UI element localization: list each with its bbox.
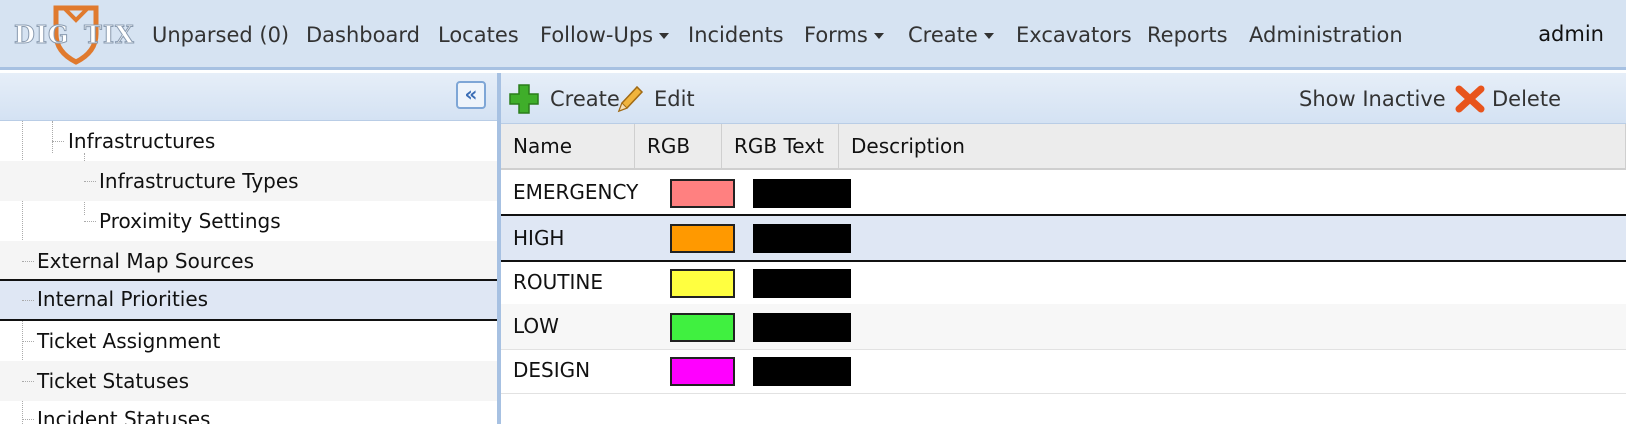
tree-item-ticket-assignment[interactable]: Ticket Assignment	[0, 321, 497, 361]
caret-down-icon	[983, 33, 994, 39]
grid-column-header: Name RGB RGB Text Description	[501, 124, 1626, 170]
rgb-swatch	[670, 179, 735, 208]
show-inactive-button[interactable]: Show Inactive	[1299, 83, 1446, 115]
caret-down-icon	[659, 33, 670, 39]
edit-button[interactable]: Edit	[615, 83, 705, 115]
tree-item-label: Incident Statuses	[37, 407, 211, 424]
plus-icon	[509, 84, 539, 114]
rgb-text-swatch	[753, 224, 851, 253]
table-row[interactable]: EMERGENCY	[501, 170, 1626, 216]
double-chevron-left-icon[interactable]: «	[456, 81, 486, 109]
nav-label: Dashboard	[306, 23, 420, 47]
priorities-grid-panel: Create Edit Show Inactive Delete Name RG…	[501, 73, 1626, 424]
nav-forms[interactable]: Forms	[804, 20, 884, 50]
nav-label: Unparsed (0)	[152, 23, 290, 47]
create-label: Create	[550, 87, 620, 111]
tree-item-proximity-settings[interactable]: Proximity Settings	[0, 201, 497, 241]
create-button[interactable]: Create	[509, 83, 620, 115]
table-row[interactable]: HIGH	[501, 214, 1626, 262]
tree-item-internal-priorities[interactable]: Internal Priorities	[0, 279, 497, 321]
tree-item-label: Infrastructures	[68, 129, 216, 153]
tree-item-label: Proximity Settings	[99, 209, 281, 233]
tree-guide	[84, 181, 96, 182]
nav-label: Reports	[1147, 23, 1228, 47]
row-name: EMERGENCY	[513, 180, 639, 204]
tree-guide	[22, 341, 34, 342]
delete-x-icon	[1455, 85, 1485, 113]
row-name: DESIGN	[513, 358, 591, 382]
tree-guide	[22, 300, 34, 301]
tree-guide	[22, 381, 34, 382]
tree-item-ticket-statuses[interactable]: Ticket Statuses	[0, 361, 497, 401]
nav-dashboard[interactable]: Dashboard	[306, 20, 420, 50]
tree-item-label: Internal Priorities	[37, 287, 209, 311]
tree-item-external-map-sources[interactable]: External Map Sources	[0, 241, 497, 281]
rgb-swatch	[670, 313, 735, 342]
tree-item-label: Infrastructure Types	[99, 169, 299, 193]
pencil-icon	[617, 85, 644, 113]
tree-panel-header: «	[0, 73, 497, 121]
admin-tree-panel: « Infrastructures Infrastructure Types P…	[0, 73, 497, 424]
row-name: ROUTINE	[513, 270, 603, 294]
column-header-description[interactable]: Description	[839, 124, 1626, 168]
nav-label: Incidents	[688, 23, 784, 47]
rgb-swatch	[670, 224, 735, 253]
show-inactive-label: Show Inactive	[1299, 87, 1446, 111]
table-row[interactable]: LOW	[501, 304, 1626, 350]
nav-label: Administration	[1249, 23, 1403, 47]
nav-create[interactable]: Create	[908, 20, 994, 50]
nav-incidents[interactable]: Incidents	[688, 20, 784, 50]
tree-guide	[22, 419, 34, 420]
rgb-swatch	[670, 269, 735, 298]
caret-down-icon	[873, 33, 884, 39]
nav-label: Follow-Ups	[540, 23, 654, 47]
nav-unparsed[interactable]: Unparsed (0)	[152, 20, 289, 50]
rgb-swatch	[670, 357, 735, 386]
table-row[interactable]: ROUTINE	[501, 260, 1626, 306]
tree-item-infrastructures[interactable]: Infrastructures	[0, 121, 497, 161]
tree-item-infrastructure-types[interactable]: Infrastructure Types	[0, 161, 497, 201]
rgb-text-swatch	[753, 179, 851, 208]
app-logo[interactable]: DIG TIX	[12, 4, 136, 66]
edit-label: Edit	[654, 87, 695, 111]
column-header-rgb-text[interactable]: RGB Text	[722, 124, 839, 168]
delete-button[interactable]: Delete	[1455, 83, 1565, 115]
delete-label: Delete	[1492, 87, 1561, 111]
nav-label: Locates	[438, 23, 519, 47]
nav-label: Forms	[804, 23, 868, 47]
row-name: LOW	[513, 314, 559, 338]
nav-label: Excavators	[1016, 23, 1132, 47]
rgb-text-swatch	[753, 357, 851, 386]
tree-guide	[52, 141, 64, 142]
column-header-name[interactable]: Name	[501, 124, 635, 168]
nav-reports[interactable]: Reports	[1147, 20, 1228, 50]
top-navigation-bar: DIG TIX Unparsed (0) Dashboard Locates F…	[0, 0, 1626, 70]
nav-administration[interactable]: Administration	[1249, 20, 1403, 50]
rgb-text-swatch	[753, 313, 851, 342]
logo-text-left: DIG	[14, 20, 70, 50]
user-menu[interactable]: admin	[1538, 22, 1604, 46]
nav-label: Create	[908, 23, 978, 47]
tree-item-incident-statuses[interactable]: Incident Statuses	[0, 399, 497, 424]
tree-item-label: Ticket Assignment	[37, 329, 221, 353]
nav-excavators[interactable]: Excavators	[1016, 20, 1132, 50]
tree-item-label: External Map Sources	[37, 249, 255, 273]
logo-text-right: TIX	[84, 20, 135, 50]
rgb-text-swatch	[753, 269, 851, 298]
column-header-rgb[interactable]: RGB	[635, 124, 722, 168]
nav-locates[interactable]: Locates	[438, 20, 519, 50]
row-name: HIGH	[513, 226, 565, 250]
nav-follow-ups[interactable]: Follow-Ups	[540, 20, 670, 50]
tree-guide	[22, 261, 34, 262]
grid-toolbar: Create Edit Show Inactive Delete	[501, 73, 1626, 124]
tree-item-label: Ticket Statuses	[37, 369, 189, 393]
table-row[interactable]: DESIGN	[501, 348, 1626, 394]
tree-guide	[84, 221, 96, 222]
